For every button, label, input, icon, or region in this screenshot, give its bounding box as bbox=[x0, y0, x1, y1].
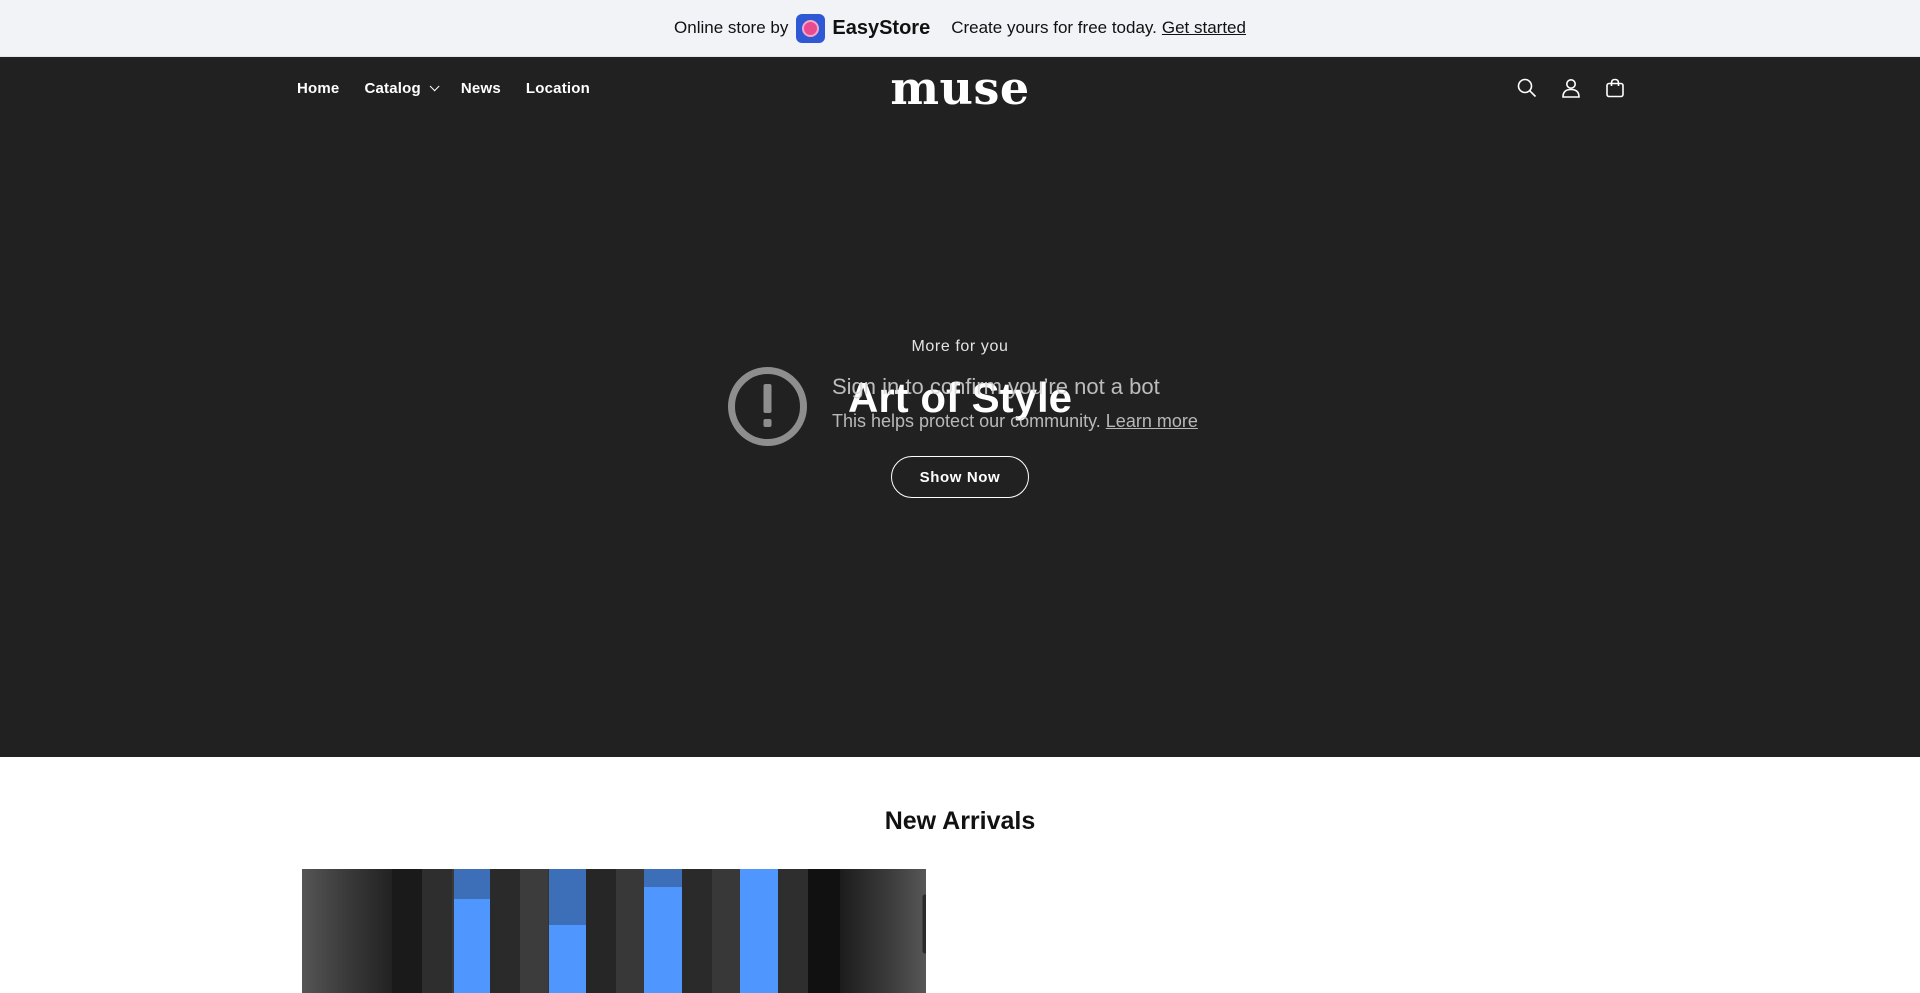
promo-bar: Online store by EasyStore Create yours f… bbox=[0, 0, 1920, 57]
show-now-button[interactable]: Show Now bbox=[891, 456, 1029, 498]
bot-check-message: This helps protect our community. bbox=[832, 411, 1101, 431]
main-nav: Home Catalog News Location bbox=[297, 57, 615, 119]
nav-item-label: Home bbox=[297, 79, 340, 97]
site-logo[interactable]: muse bbox=[890, 61, 1029, 115]
nav-item-catalog[interactable]: Catalog bbox=[364, 79, 440, 97]
easystore-logo-icon bbox=[796, 13, 826, 43]
site-header: Home Catalog News Location muse bbox=[0, 57, 1920, 119]
bot-check-overlay: Sign in to confirm you’re not a bot This… bbox=[727, 366, 1247, 450]
promo-brand: EasyStore bbox=[832, 16, 931, 39]
bot-check-text: This helps protect our community. Learn … bbox=[832, 411, 1198, 432]
exclamation-circle-icon bbox=[727, 366, 808, 447]
search-icon[interactable] bbox=[1516, 77, 1538, 99]
promo-prefix: Online store by bbox=[674, 18, 789, 37]
nav-item-home[interactable]: Home bbox=[297, 80, 339, 97]
hero-subtitle: More for you bbox=[911, 338, 1009, 355]
nav-item-label: News bbox=[460, 79, 501, 97]
cart-icon[interactable] bbox=[1604, 77, 1626, 99]
get-started-link[interactable]: Get started bbox=[1162, 18, 1246, 38]
nav-item-label: Catalog bbox=[364, 79, 421, 97]
product-image[interactable] bbox=[302, 869, 944, 993]
account-icon[interactable] bbox=[1560, 77, 1582, 99]
learn-more-link[interactable]: Learn more bbox=[1106, 411, 1198, 431]
new-arrivals-title: New Arrivals bbox=[884, 807, 1036, 835]
bot-check-title: Sign in to confirm you’re not a bot bbox=[832, 374, 1160, 399]
promo-message: Create yours for free today. bbox=[951, 18, 1157, 37]
header-icons bbox=[1516, 57, 1626, 119]
nav-item-news[interactable]: News bbox=[461, 80, 501, 97]
site-logo-wrap: muse bbox=[0, 61, 1920, 115]
nav-item-location[interactable]: Location bbox=[526, 80, 590, 97]
nav-item-label: Location bbox=[525, 79, 590, 97]
chevron-down-icon bbox=[429, 80, 440, 91]
